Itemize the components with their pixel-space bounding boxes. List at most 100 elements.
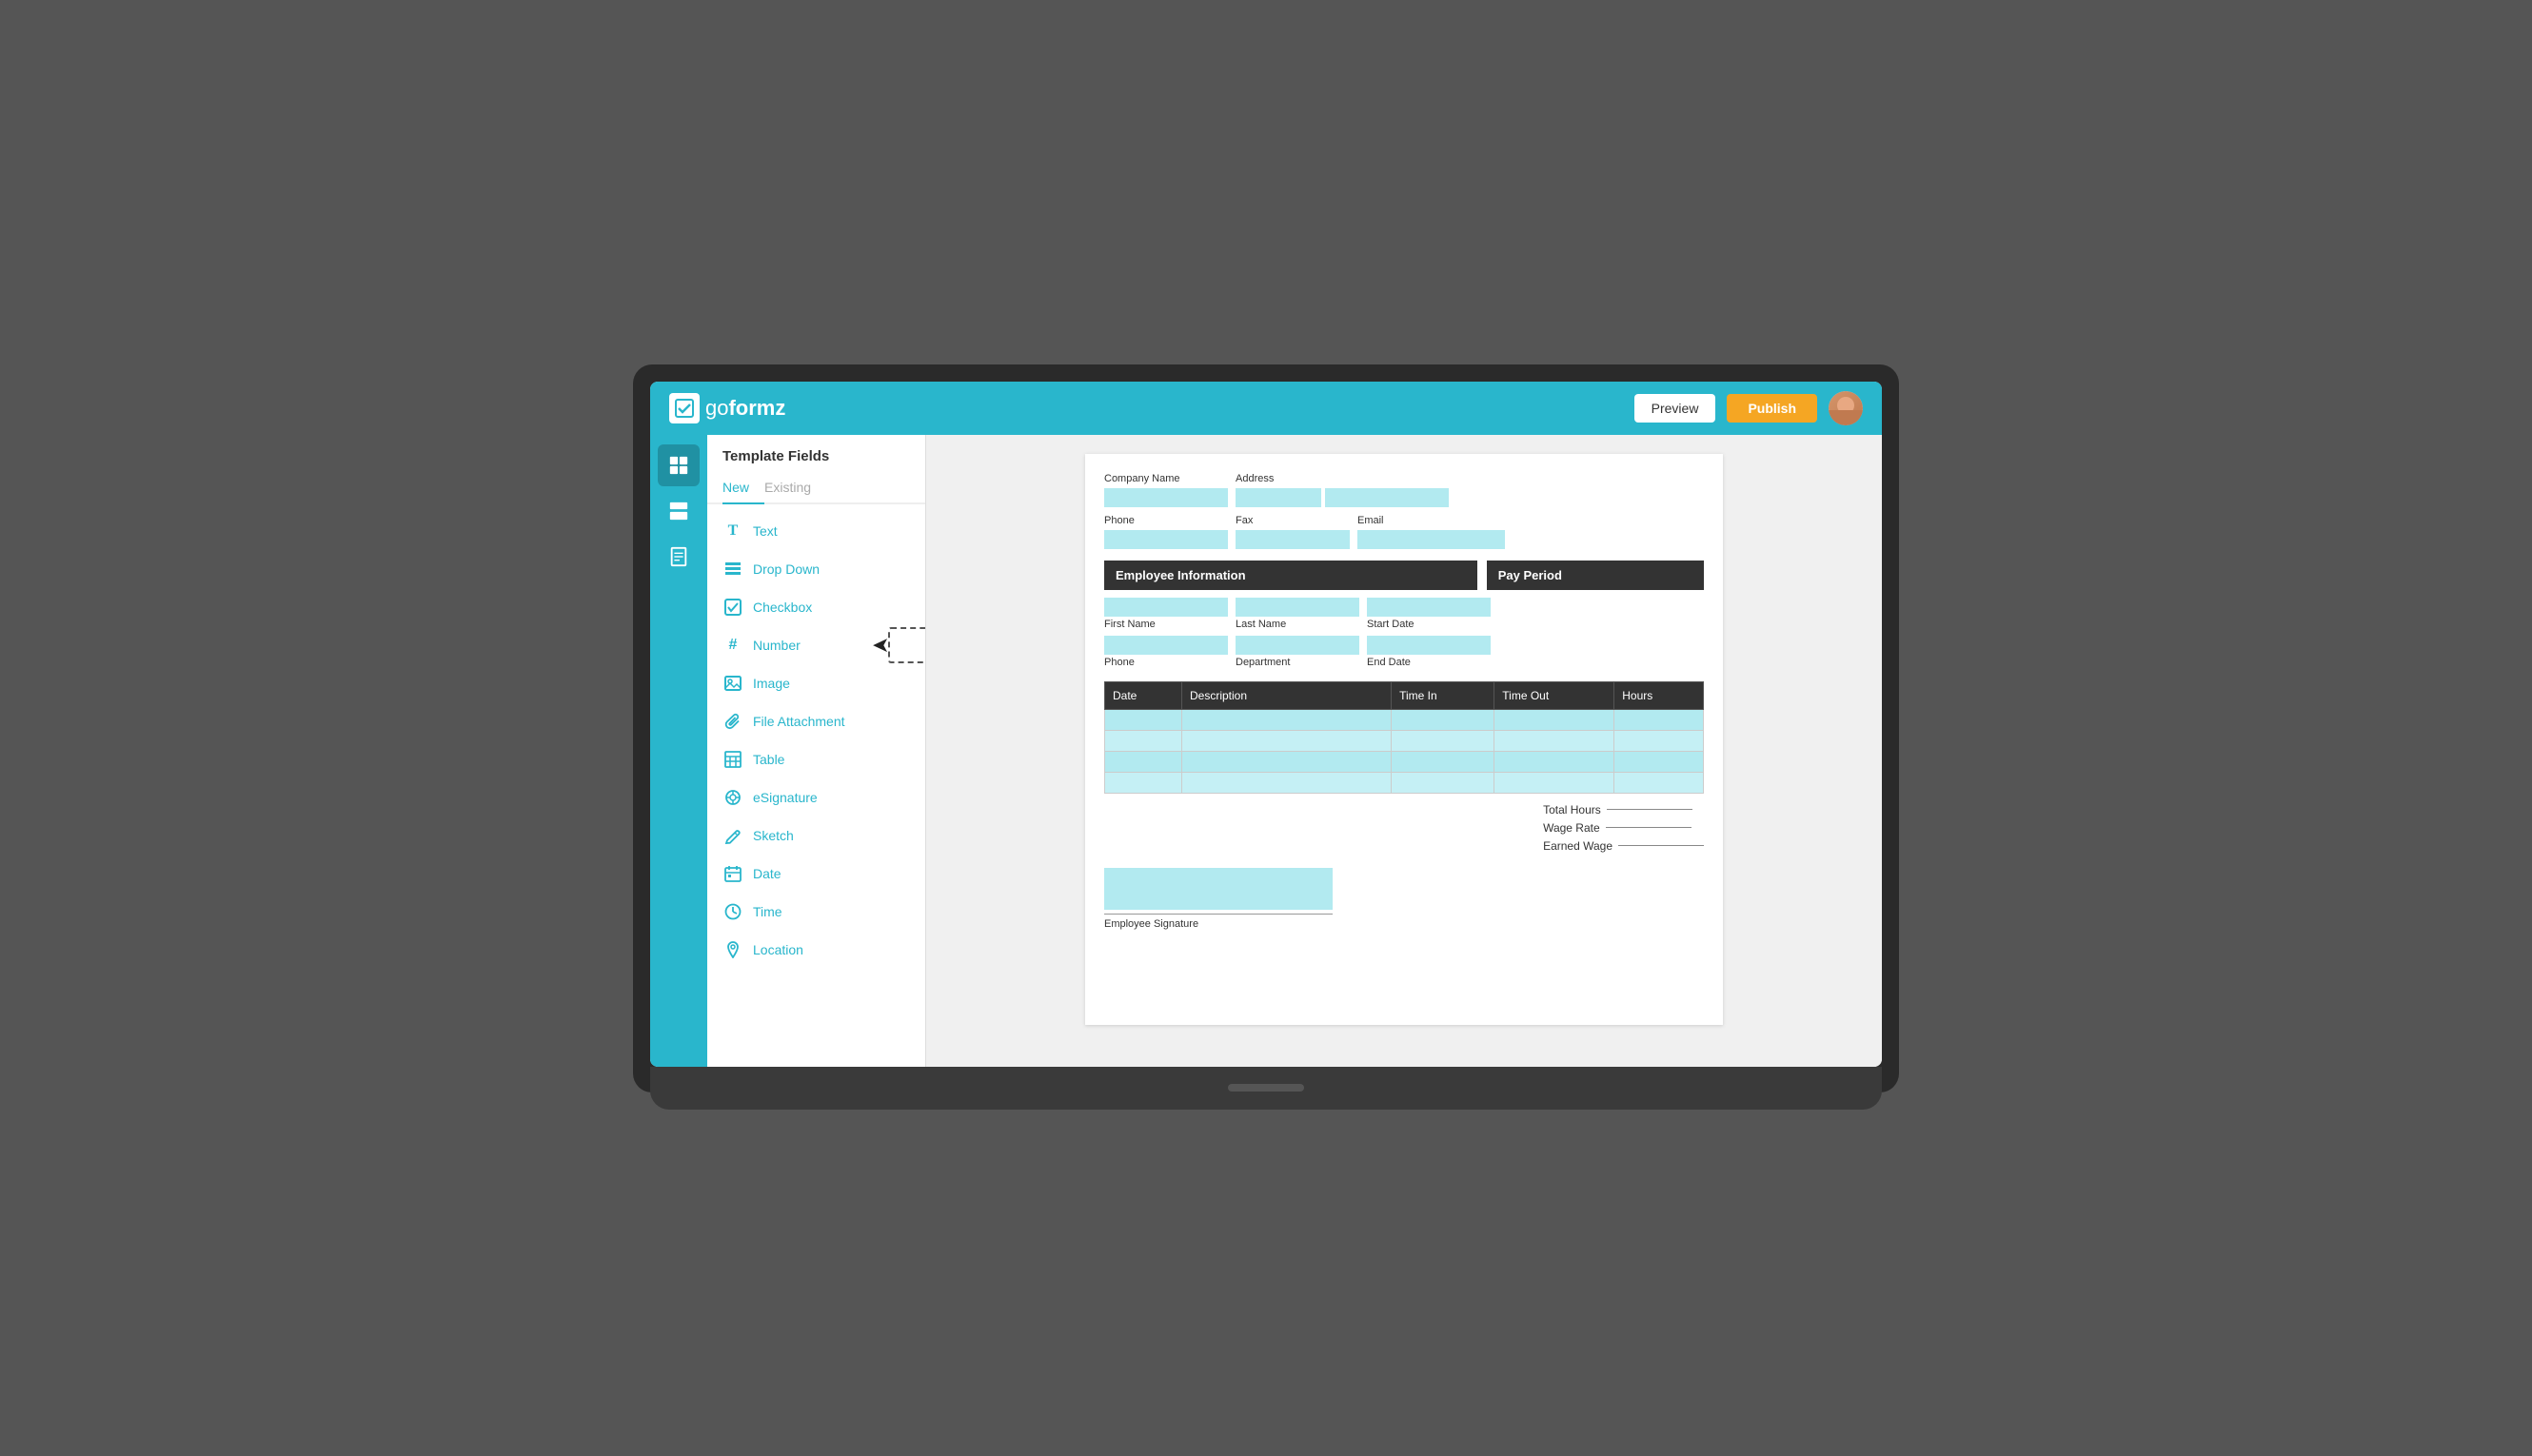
col-date: Date <box>1105 681 1182 709</box>
cell[interactable] <box>1105 751 1182 772</box>
preview-button[interactable]: Preview <box>1634 394 1716 423</box>
department-label: Department <box>1236 657 1359 668</box>
signature-line <box>1104 914 1333 915</box>
drag-target-box <box>888 627 925 663</box>
last-name-input[interactable] <box>1236 598 1359 617</box>
cell[interactable] <box>1105 730 1182 751</box>
cell[interactable] <box>1181 772 1391 793</box>
field-item-date[interactable]: Date <box>707 855 925 893</box>
field-list: T Text Drop Down <box>707 504 925 1067</box>
company-name-label: Company Name <box>1104 473 1228 484</box>
section-employee: Employee Information <box>1104 561 1477 590</box>
field-item-file[interactable]: File Attachment <box>707 702 925 740</box>
cell[interactable] <box>1494 730 1614 751</box>
cell[interactable] <box>1614 772 1704 793</box>
field-item-number[interactable]: # Number ➤ <box>707 626 925 664</box>
fields-panel: Template Fields New Existing T Text <box>707 435 926 1067</box>
field-label-location: Location <box>753 942 803 957</box>
field-item-sketch[interactable]: Sketch <box>707 817 925 855</box>
laptop-screen: goformz Preview Publish <box>650 382 1882 1067</box>
field-label-number: Number <box>753 638 801 653</box>
tab-existing[interactable]: Existing <box>764 472 826 504</box>
laptop-frame: goformz Preview Publish <box>633 364 1899 1092</box>
time-icon <box>722 901 743 922</box>
cell[interactable] <box>1181 730 1391 751</box>
table-icon <box>722 749 743 770</box>
avatar <box>1829 391 1863 425</box>
table-row <box>1105 772 1704 793</box>
last-name-label: Last Name <box>1236 619 1359 630</box>
cell[interactable] <box>1181 709 1391 730</box>
sidebar-icon-pages[interactable] <box>658 536 700 578</box>
cell[interactable] <box>1392 709 1494 730</box>
timesheet-table: Date Description Time In Time Out Hours <box>1104 681 1704 794</box>
wage-rate-line <box>1606 827 1691 828</box>
department-input[interactable] <box>1236 636 1359 655</box>
cell[interactable] <box>1494 751 1614 772</box>
field-item-esig[interactable]: eSignature <box>707 778 925 817</box>
cell[interactable] <box>1614 709 1704 730</box>
phone-label: Phone <box>1104 515 1228 526</box>
start-date-label: Start Date <box>1367 619 1491 630</box>
dropdown-icon <box>722 559 743 580</box>
employee-signature-label: Employee Signature <box>1104 918 1704 930</box>
form-page: Company Name Address <box>1085 454 1723 1025</box>
first-name-label: First Name <box>1104 619 1228 630</box>
email-field[interactable] <box>1357 530 1505 549</box>
cell[interactable] <box>1494 709 1614 730</box>
end-date-label: End Date <box>1367 657 1491 668</box>
text-icon: T <box>722 521 743 541</box>
cell[interactable] <box>1105 772 1182 793</box>
tab-new[interactable]: New <box>722 472 764 504</box>
main-area: Template Fields New Existing T Text <box>650 435 1882 1067</box>
field-item-location[interactable]: Location <box>707 931 925 969</box>
start-date-input[interactable] <box>1367 598 1491 617</box>
laptop-base <box>650 1067 1882 1110</box>
cell[interactable] <box>1181 751 1391 772</box>
cell[interactable] <box>1392 730 1494 751</box>
field-item-text[interactable]: T Text <box>707 512 925 550</box>
total-hours-line <box>1607 809 1692 810</box>
field-label-image: Image <box>753 676 790 691</box>
publish-button[interactable]: Publish <box>1727 394 1817 423</box>
first-name-input[interactable] <box>1104 598 1228 617</box>
field-label-esig: eSignature <box>753 790 818 805</box>
cell[interactable] <box>1105 709 1182 730</box>
tab-row: New Existing <box>707 472 925 504</box>
wage-rate-label: Wage Rate <box>1543 821 1600 835</box>
section-pay-period: Pay Period <box>1487 561 1704 590</box>
phone-field[interactable] <box>1104 530 1228 549</box>
phone2-input[interactable] <box>1104 636 1228 655</box>
table-row <box>1105 751 1704 772</box>
total-hours-label: Total Hours <box>1543 803 1601 817</box>
sketch-icon <box>722 825 743 846</box>
fax-field[interactable] <box>1236 530 1350 549</box>
cell[interactable] <box>1614 751 1704 772</box>
cell[interactable] <box>1392 751 1494 772</box>
laptop-notch <box>1228 1084 1304 1092</box>
field-label-time: Time <box>753 904 782 919</box>
field-item-dropdown[interactable]: Drop Down <box>707 550 925 588</box>
topbar-actions: Preview Publish <box>1634 391 1863 425</box>
end-date-input[interactable] <box>1367 636 1491 655</box>
field-item-table[interactable]: Table <box>707 740 925 778</box>
field-item-time[interactable]: Time <box>707 893 925 931</box>
cell[interactable] <box>1614 730 1704 751</box>
table-row <box>1105 709 1704 730</box>
field-label-date: Date <box>753 866 781 881</box>
company-name-field[interactable] <box>1104 488 1228 507</box>
earned-wage-line <box>1618 845 1704 846</box>
cell[interactable] <box>1392 772 1494 793</box>
fax-label: Fax <box>1236 515 1350 526</box>
fields-panel-title: Template Fields <box>707 435 925 472</box>
address-field-1[interactable] <box>1236 488 1321 507</box>
field-item-checkbox[interactable]: Checkbox <box>707 588 925 626</box>
field-item-image[interactable]: Image <box>707 664 925 702</box>
address-field-2[interactable] <box>1325 488 1449 507</box>
col-desc: Description <box>1181 681 1391 709</box>
location-icon <box>722 939 743 960</box>
sidebar-icon-layout[interactable] <box>658 490 700 532</box>
signature-field[interactable] <box>1104 868 1333 910</box>
cell[interactable] <box>1494 772 1614 793</box>
sidebar-icon-templates[interactable] <box>658 444 700 486</box>
